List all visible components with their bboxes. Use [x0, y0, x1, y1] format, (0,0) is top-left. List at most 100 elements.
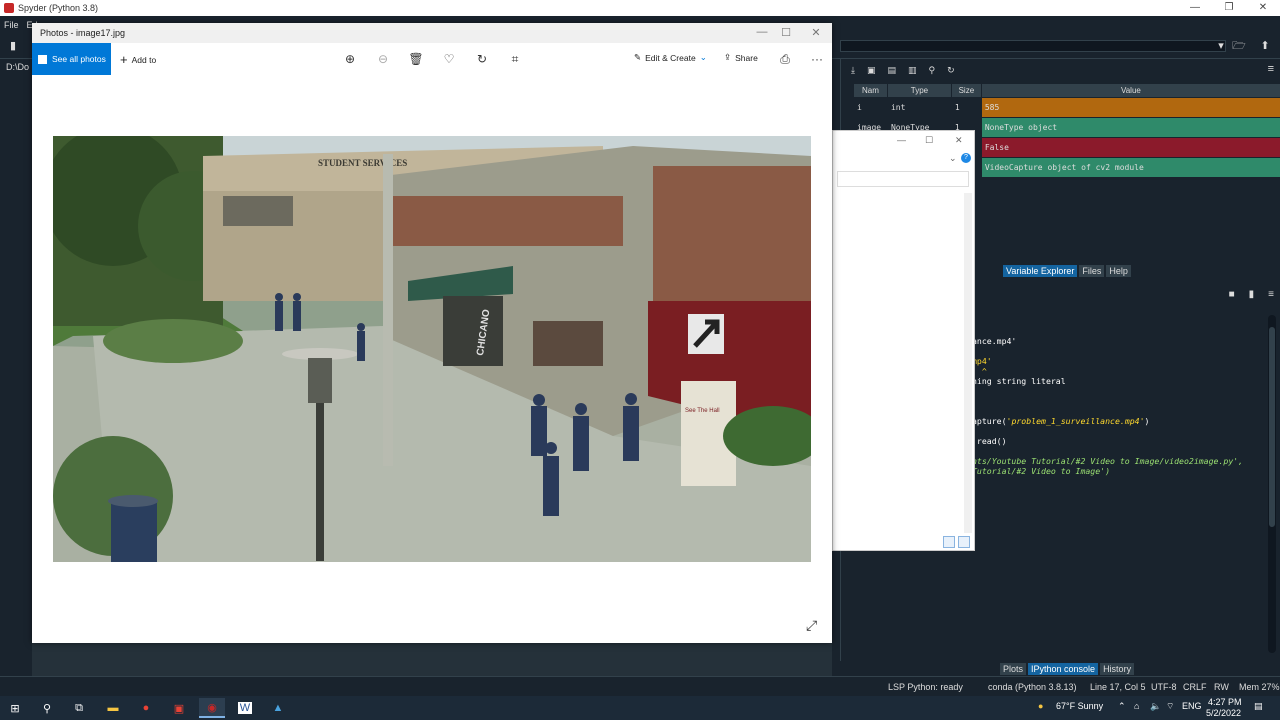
editor-side-strip — [0, 75, 32, 675]
spyder-statusbar: LSP Python: ready conda (Python 3.8.13) … — [0, 676, 1280, 696]
clock-date[interactable]: 5/2/2022 — [1206, 708, 1241, 718]
encoding-status: UTF-8 — [1151, 682, 1177, 692]
clear-icon[interactable]: ▮ — [1249, 289, 1255, 300]
volume-icon[interactable]: 🔈 — [1150, 701, 1161, 712]
variable-explorer-toolbar: ⤓ ▣ ▤ ▥ ⚲ ↻ — [841, 59, 1280, 81]
photos-window[interactable]: Photos - image17.jpg — ☐ ✕ See all photo… — [32, 23, 832, 643]
tab-history[interactable]: History — [1100, 663, 1135, 675]
column-header-value[interactable]: Value — [980, 83, 1280, 98]
var-value: 585 — [980, 97, 1280, 118]
details-view-icon[interactable] — [943, 536, 955, 548]
photos-icon — [38, 54, 47, 64]
edit-create-button[interactable]: ✎ Edit & Create ⌄ — [634, 52, 707, 63]
taskbar-app-file-explorer[interactable]: ▬ — [100, 698, 126, 718]
delete-icon[interactable]: 🗑 — [408, 51, 424, 67]
search-input[interactable] — [837, 171, 969, 187]
rotate-icon[interactable]: ↻ — [474, 51, 490, 67]
taskbar-app-word[interactable]: W — [232, 698, 258, 718]
large-icons-view-icon[interactable] — [958, 536, 970, 548]
working-directory-input[interactable] — [840, 40, 1226, 52]
see-all-photos-button[interactable]: See all photos — [32, 43, 111, 75]
maximize-button[interactable]: ❐ — [1212, 0, 1246, 16]
console-scrollbar[interactable] — [1268, 315, 1276, 653]
tab-files[interactable]: Files — [1079, 265, 1105, 277]
column-header-name[interactable]: Nam — [853, 83, 888, 98]
var-value: False — [980, 137, 1280, 158]
add-to-button[interactable]: + Add to — [120, 52, 156, 67]
app-icon: ▣ — [173, 702, 185, 715]
close-button[interactable]: ✕ — [955, 135, 963, 146]
console-token: apture( — [972, 416, 1007, 426]
crop-icon[interactable]: ⌗ — [507, 51, 523, 67]
spyder-title: Spyder (Python 3.8) — [18, 3, 99, 13]
plus-icon: + — [120, 52, 128, 67]
taskbar-app-spyder[interactable]: ◉ — [199, 698, 225, 718]
share-button[interactable]: ⇪ Share — [724, 52, 758, 63]
chevron-down-icon[interactable]: ⌄ — [949, 153, 957, 164]
import-data-icon[interactable]: ⤓ — [851, 65, 855, 76]
more-options-button[interactable]: ··· — [809, 51, 825, 67]
console-line: Tutorial/#2 Video to Image') — [972, 466, 1111, 476]
new-file-icon[interactable]: ▮ — [6, 39, 20, 53]
scrollbar-thumb[interactable] — [1269, 327, 1275, 527]
var-value: NoneType object — [980, 117, 1280, 138]
help-icon[interactable]: ? — [961, 153, 971, 163]
parent-directory-icon[interactable]: ⬆ — [1258, 39, 1272, 53]
taskbar-app-chrome[interactable]: ● — [133, 698, 159, 718]
refresh-icon[interactable]: ↻ — [947, 65, 955, 76]
console-menu-icon[interactable]: ≡ — [1268, 289, 1274, 300]
search-icon[interactable]: ⚲ — [929, 65, 936, 76]
wifi-icon[interactable]: ⌔ — [1166, 701, 1174, 712]
notification-icon[interactable]: ▤ — [1254, 701, 1263, 712]
minimize-button[interactable]: — — [752, 26, 772, 38]
console-tabs: Plots IPython console History — [1000, 663, 1135, 675]
full-screen-icon[interactable]: ⤢ — [806, 617, 817, 634]
console-line: .read() — [972, 436, 1007, 446]
column-header-type[interactable]: Type — [886, 83, 952, 98]
tab-ipython-console[interactable]: IPython console — [1028, 663, 1099, 675]
column-header-size[interactable]: Size — [950, 83, 982, 98]
taskbar-app-photos[interactable]: ▲ — [265, 698, 291, 718]
background-dialog-window[interactable]: — ☐ ✕ ⌄ ? — [832, 130, 975, 551]
dialog-scrollbar[interactable] — [964, 193, 972, 533]
console-header-icons: ■ ▮ ≡ — [1229, 289, 1274, 300]
minimize-button[interactable]: — — [897, 135, 906, 145]
maximize-button[interactable]: ☐ — [925, 135, 933, 146]
zoom-out-icon[interactable]: ⊖ — [375, 51, 391, 67]
tab-help[interactable]: Help — [1106, 265, 1131, 277]
close-button[interactable]: ✕ — [806, 26, 826, 39]
network-icon[interactable]: ⌂ — [1134, 701, 1139, 711]
weather-status[interactable]: 67°F Sunny — [1056, 701, 1103, 711]
tray-chevron-icon[interactable]: ⌃ — [1118, 701, 1126, 712]
zoom-in-icon[interactable]: ⊕ — [342, 51, 358, 67]
close-button[interactable]: ✕ — [1246, 0, 1280, 16]
stop-icon[interactable]: ■ — [1229, 289, 1235, 300]
var-type: int — [886, 97, 952, 118]
start-button[interactable]: ⊞ — [2, 698, 28, 718]
remove-all-icon[interactable]: ▥ — [908, 65, 917, 76]
save-data-icon[interactable]: ▣ — [867, 65, 876, 76]
print-icon[interactable]: ⎙ — [777, 51, 793, 67]
folder-icon[interactable]: 🗁 — [1232, 39, 1246, 53]
search-button[interactable]: ⚲ — [34, 698, 60, 718]
taskbar-app-tools[interactable]: ▣ — [166, 698, 192, 718]
maximize-button[interactable]: ☐ — [776, 26, 796, 39]
var-value: VideoCapture object of cv2 module — [980, 157, 1280, 178]
minimize-button[interactable]: — — [1178, 0, 1212, 16]
photos-titlebar: Photos - image17.jpg — ☐ ✕ — [32, 23, 832, 43]
lsp-status: LSP Python: ready — [888, 682, 963, 692]
task-view-button[interactable]: ⧉ — [66, 698, 92, 718]
weather-icon[interactable]: ● — [1038, 701, 1043, 711]
options-menu-icon[interactable]: ≡ — [1268, 63, 1274, 75]
language-indicator[interactable]: ENG — [1182, 701, 1202, 711]
save-as-icon[interactable]: ▤ — [888, 65, 897, 76]
favorite-heart-icon[interactable]: ♡ — [441, 51, 457, 67]
photo-image: STUDENT SERVICES CHICANO See The Hall — [53, 136, 811, 562]
table-row[interactable]: i int 1 585 — [853, 97, 1280, 118]
clock-time[interactable]: 4:27 PM — [1208, 697, 1242, 707]
chevron-down-icon[interactable]: ▾ — [1214, 39, 1228, 53]
var-size: 1 — [950, 97, 982, 118]
tab-variable-explorer[interactable]: Variable Explorer — [1003, 265, 1078, 277]
tab-plots[interactable]: Plots — [1000, 663, 1027, 675]
menu-file[interactable]: File — [4, 20, 19, 30]
